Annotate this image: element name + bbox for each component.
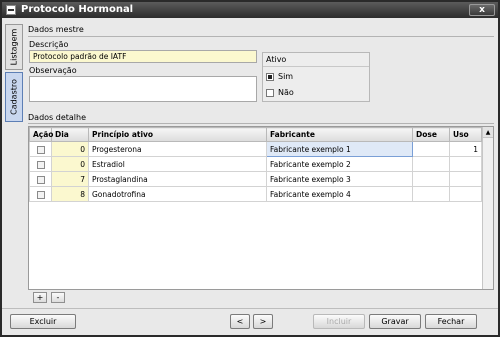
row-action-cell[interactable] xyxy=(29,156,52,172)
principio-cell[interactable]: Prostaglandina xyxy=(88,171,267,187)
footer-bar: Excluir < > Incluir Gravar Fechar xyxy=(2,308,498,335)
master-divider xyxy=(28,36,494,37)
dose-cell[interactable] xyxy=(412,186,450,202)
dose-cell[interactable] xyxy=(412,141,450,157)
window-title: Protocolo Hormonal xyxy=(21,4,134,15)
table-row[interactable]: 7 Prostaglandina Fabricante exemplo 3 xyxy=(29,171,482,187)
checkbox-icon[interactable] xyxy=(36,145,45,154)
detail-table: Ação Dia Princípio ativo Fabricante Dose… xyxy=(29,127,482,202)
fabricante-cell[interactable]: Fabricante exemplo 4 xyxy=(266,186,413,202)
excluir-label: Excluir xyxy=(29,317,57,326)
excluir-button[interactable]: Excluir xyxy=(10,314,76,329)
column-header-dia[interactable]: Dia xyxy=(51,127,89,142)
next-button[interactable]: > xyxy=(253,314,273,329)
table-row[interactable]: 0 Estradiol Fabricante exemplo 2 xyxy=(29,156,482,172)
ativo-sim-label: Sim xyxy=(278,72,294,81)
principio-cell[interactable]: Estradiol xyxy=(88,156,267,172)
dia-cell[interactable]: 8 xyxy=(51,186,89,202)
tab-cadastro[interactable]: Cadastro xyxy=(5,72,23,122)
grid-vertical-scrollbar[interactable]: ▲ xyxy=(482,127,493,289)
master-section-title: Dados mestre xyxy=(28,25,84,34)
protocolo-hormonal-window: Protocolo Hormonal x Listagem Cadastro D… xyxy=(0,0,500,337)
fabricante-cell[interactable]: Fabricante exemplo 2 xyxy=(266,156,413,172)
radio-unchecked-icon xyxy=(266,88,274,97)
incluir-label: Incluir xyxy=(326,317,352,326)
dia-cell[interactable]: 7 xyxy=(51,171,89,187)
add-row-button[interactable]: + xyxy=(33,292,47,303)
table-row[interactable]: 0 Progesterona Fabricante exemplo 1 1 xyxy=(29,141,482,157)
column-header-dose[interactable]: Dose xyxy=(412,127,450,142)
previous-button[interactable]: < xyxy=(230,314,250,329)
ativo-nao-radio[interactable]: Não xyxy=(266,88,294,97)
observacao-label: Observação xyxy=(29,66,77,75)
detail-divider xyxy=(28,123,494,124)
radio-checked-icon xyxy=(266,72,274,81)
uso-cell[interactable]: 1 xyxy=(449,141,482,157)
gravar-label: Gravar xyxy=(381,317,409,326)
descricao-input[interactable]: Protocolo padrão de IATF xyxy=(29,50,257,63)
close-button[interactable]: x xyxy=(469,4,495,16)
row-action-cell[interactable] xyxy=(29,141,52,157)
tab-cadastro-label: Cadastro xyxy=(9,79,19,115)
tab-listagem-label: Listagem xyxy=(9,28,19,66)
column-header-uso[interactable]: Uso xyxy=(449,127,482,142)
table-header-row: Ação Dia Princípio ativo Fabricante Dose… xyxy=(29,127,482,142)
dose-cell[interactable] xyxy=(412,171,450,187)
dia-cell[interactable]: 0 xyxy=(51,141,89,157)
incluir-button[interactable]: Incluir xyxy=(313,314,365,329)
ativo-title: Ativo xyxy=(266,55,287,64)
fechar-button[interactable]: Fechar xyxy=(425,314,477,329)
column-header-principio-ativo[interactable]: Princípio ativo xyxy=(88,127,267,142)
descricao-label: Descrição xyxy=(29,40,69,49)
grid-toolbar: + - xyxy=(28,292,494,306)
uso-cell[interactable] xyxy=(449,156,482,172)
ativo-divider xyxy=(263,66,369,67)
dose-cell[interactable] xyxy=(412,156,450,172)
remove-row-button[interactable]: - xyxy=(51,292,65,303)
row-action-cell[interactable] xyxy=(29,171,52,187)
fabricante-cell[interactable]: Fabricante exemplo 3 xyxy=(266,171,413,187)
dia-cell[interactable]: 0 xyxy=(51,156,89,172)
form-content: Dados mestre Descrição Protocolo padrão … xyxy=(25,24,494,307)
uso-cell[interactable] xyxy=(449,186,482,202)
checkbox-icon[interactable] xyxy=(36,160,45,169)
checkbox-icon[interactable] xyxy=(36,190,45,199)
observacao-textarea[interactable] xyxy=(29,76,257,102)
column-header-acao[interactable]: Ação xyxy=(29,127,53,142)
uso-cell[interactable] xyxy=(449,171,482,187)
principio-cell[interactable]: Progesterona xyxy=(88,141,267,157)
principio-cell[interactable]: Gonadotrofina xyxy=(88,186,267,202)
window-menu-icon[interactable] xyxy=(6,5,16,15)
checkbox-icon[interactable] xyxy=(36,175,45,184)
scroll-up-arrow-icon[interactable]: ▲ xyxy=(483,127,493,138)
title-bar: Protocolo Hormonal x xyxy=(2,2,498,18)
column-header-fabricante[interactable]: Fabricante xyxy=(266,127,413,142)
ativo-group: Ativo Sim Não xyxy=(262,52,370,102)
fabricante-cell[interactable]: Fabricante exemplo 1 xyxy=(266,141,413,157)
tab-listagem[interactable]: Listagem xyxy=(5,24,23,70)
side-tabs: Listagem Cadastro xyxy=(5,24,24,324)
ativo-nao-label: Não xyxy=(278,88,294,97)
detail-section-title: Dados detalhe xyxy=(28,113,86,122)
table-row[interactable]: 8 Gonadotrofina Fabricante exemplo 4 xyxy=(29,186,482,202)
detail-grid: Ação Dia Princípio ativo Fabricante Dose… xyxy=(28,126,494,290)
row-action-cell[interactable] xyxy=(29,186,52,202)
ativo-sim-radio[interactable]: Sim xyxy=(266,72,293,81)
fechar-label: Fechar xyxy=(437,317,465,326)
gravar-button[interactable]: Gravar xyxy=(369,314,421,329)
